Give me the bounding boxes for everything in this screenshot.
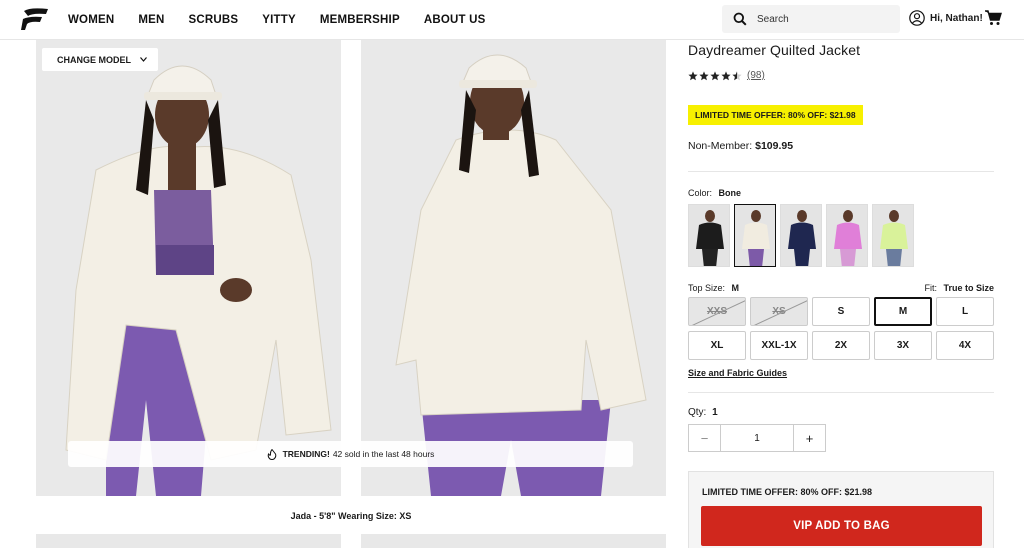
site-header: WOMEN MEN SCRUBS YITTY MEMBERSHIP ABOUT … bbox=[0, 0, 1024, 40]
size-selector: XXS XS S M L XL XXL-1X 2X 3X 4X bbox=[688, 297, 994, 360]
purchase-offer-text: LIMITED TIME OFFER: 80% OFF: $21.98 bbox=[702, 487, 873, 497]
size-option-4x[interactable]: 4X bbox=[936, 331, 994, 360]
size-option-3x[interactable]: 3X bbox=[874, 331, 932, 360]
color-value: Bone bbox=[718, 188, 742, 198]
fire-icon bbox=[267, 448, 276, 460]
nav-about-us[interactable]: ABOUT US bbox=[424, 14, 486, 26]
model-caption: Jada - 5'8" Wearing Size: XS bbox=[290, 511, 412, 521]
color-swatch-navy[interactable] bbox=[780, 204, 822, 267]
swatch-model-image bbox=[827, 205, 867, 266]
swatch-model-image bbox=[689, 205, 729, 266]
size-fabric-guides-link[interactable]: Size and Fabric Guides bbox=[688, 368, 787, 378]
product-image-angle[interactable] bbox=[361, 40, 666, 496]
trending-text: 42 sold in the last 48 hours bbox=[332, 449, 435, 459]
quantity-stepper: − 1 + bbox=[688, 424, 826, 452]
star-icon bbox=[732, 70, 742, 80]
nav-women[interactable]: WOMEN bbox=[68, 14, 114, 26]
quantity-label: Qty: 1 bbox=[688, 407, 718, 418]
star-icon bbox=[688, 70, 698, 80]
top-size-value: M bbox=[731, 283, 740, 293]
top-size-label-text: Top Size: bbox=[688, 283, 726, 293]
search-icon bbox=[733, 12, 747, 26]
size-option-xl[interactable]: XL bbox=[688, 331, 746, 360]
star-rating bbox=[688, 70, 743, 81]
size-option-m[interactable]: M bbox=[874, 297, 932, 326]
size-option-xs[interactable]: XS bbox=[750, 297, 808, 326]
fit-value: True to Size bbox=[943, 283, 994, 293]
non-member-price: Non-Member: $109.95 bbox=[688, 140, 793, 152]
star-icon bbox=[699, 70, 709, 80]
product-rating[interactable]: (98) bbox=[688, 70, 765, 81]
account-menu[interactable]: Hi, Nathan! bbox=[909, 10, 983, 26]
chevron-down-icon bbox=[140, 57, 147, 62]
quantity-label-text: Qty: bbox=[688, 407, 707, 418]
product-image-3[interactable] bbox=[36, 534, 341, 548]
trending-banner: TRENDING! 42 sold in the last 48 hours bbox=[68, 441, 633, 467]
nav-yitty[interactable]: YITTY bbox=[262, 14, 296, 26]
quantity-increase-button[interactable]: + bbox=[793, 425, 825, 451]
color-label: Color: Bone bbox=[688, 188, 741, 198]
divider bbox=[688, 171, 994, 172]
user-greeting: Hi, Nathan! bbox=[930, 12, 983, 24]
change-model-button[interactable]: CHANGE MODEL bbox=[42, 48, 158, 71]
size-option-s[interactable]: S bbox=[812, 297, 870, 326]
non-member-label: Non-Member: bbox=[688, 140, 753, 152]
color-label-text: Color: bbox=[688, 188, 713, 198]
search-box[interactable] bbox=[722, 5, 900, 33]
user-icon bbox=[909, 10, 925, 26]
review-count-link[interactable]: (98) bbox=[747, 70, 765, 81]
color-swatch-bone[interactable] bbox=[734, 204, 776, 267]
top-size-label: Top Size: M bbox=[688, 283, 739, 293]
size-option-2x[interactable]: 2X bbox=[812, 331, 870, 360]
change-model-label: CHANGE MODEL bbox=[57, 54, 131, 65]
quantity-label-value: 1 bbox=[712, 407, 718, 418]
fit-label-text: Fit: bbox=[924, 283, 937, 293]
nav-scrubs[interactable]: SCRUBS bbox=[189, 14, 239, 26]
star-icon bbox=[710, 70, 720, 80]
color-swatch-lime[interactable] bbox=[872, 204, 914, 267]
color-swatches bbox=[688, 204, 914, 267]
size-option-l[interactable]: L bbox=[936, 297, 994, 326]
color-swatch-pink[interactable] bbox=[826, 204, 868, 267]
product-title: Daydreamer Quilted Jacket bbox=[688, 42, 861, 58]
divider bbox=[688, 392, 994, 393]
fabletics-logo-icon[interactable] bbox=[20, 7, 50, 31]
swatch-model-image bbox=[735, 205, 775, 266]
swatch-model-image bbox=[873, 205, 913, 266]
quantity-input[interactable]: 1 bbox=[721, 425, 793, 451]
purchase-box: LIMITED TIME OFFER: 80% OFF: $21.98 VIP … bbox=[688, 471, 994, 548]
swatch-model-image bbox=[781, 205, 821, 266]
size-option-xxl-1x[interactable]: XXL-1X bbox=[750, 331, 808, 360]
nav-men[interactable]: MEN bbox=[138, 14, 164, 26]
nav-membership[interactable]: MEMBERSHIP bbox=[320, 14, 400, 26]
vip-add-to-bag-button[interactable]: VIP ADD TO BAG bbox=[701, 506, 982, 546]
quantity-decrease-button[interactable]: − bbox=[689, 425, 721, 451]
star-icon bbox=[721, 70, 731, 80]
shopping-cart-icon[interactable] bbox=[985, 10, 1002, 26]
product-image-4[interactable] bbox=[361, 534, 666, 548]
trending-label: TRENDING! bbox=[282, 449, 330, 459]
main-nav: WOMEN MEN SCRUBS YITTY MEMBERSHIP ABOUT … bbox=[68, 0, 509, 40]
search-input[interactable] bbox=[757, 13, 897, 25]
product-image-front[interactable] bbox=[36, 40, 341, 496]
non-member-value: $109.95 bbox=[755, 140, 794, 152]
color-swatch-black[interactable] bbox=[688, 204, 730, 267]
limited-offer-badge: LIMITED TIME OFFER: 80% OFF: $21.98 bbox=[688, 105, 863, 125]
size-option-xxs[interactable]: XXS bbox=[688, 297, 746, 326]
fit-label: Fit: True to Size bbox=[924, 283, 994, 293]
